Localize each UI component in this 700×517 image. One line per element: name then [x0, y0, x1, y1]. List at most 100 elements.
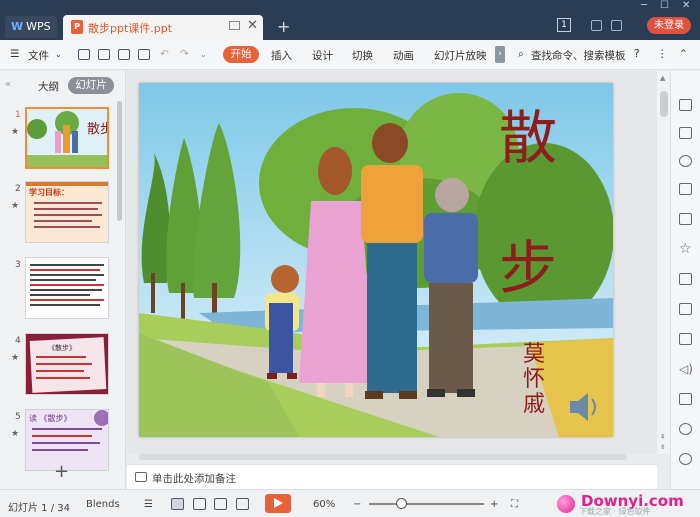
- command-search[interactable]: 查找命令、搜索模板: [531, 48, 626, 63]
- notes-view-icon[interactable]: [236, 498, 249, 510]
- panel-scrollbar[interactable]: [117, 101, 122, 221]
- search-icon[interactable]: ⌕: [518, 48, 524, 61]
- magic-wand-icon[interactable]: [679, 99, 692, 111]
- status-bar: 幻灯片 1 / 34 Blends ☰ 60% − + ⛶ Downyi.com…: [0, 489, 700, 517]
- slide-thumbnail[interactable]: 散步: [25, 107, 109, 169]
- slide-number: 4: [15, 336, 21, 346]
- new-tab-button[interactable]: +: [277, 17, 290, 36]
- tab-insert[interactable]: 插入: [271, 48, 292, 63]
- hamburger-icon[interactable]: ☰: [10, 48, 19, 60]
- collapse-panel-icon[interactable]: «: [5, 79, 11, 90]
- shapes-icon[interactable]: [679, 155, 692, 167]
- scroll-up-icon[interactable]: ▲: [660, 74, 665, 82]
- document-tab[interactable]: P 散步ppt课件.ppt ✕: [63, 15, 263, 40]
- sound-icon[interactable]: ◁): [679, 363, 693, 375]
- align-menu-icon[interactable]: ☰: [144, 499, 153, 510]
- image-icon[interactable]: [679, 333, 692, 345]
- watermark-ball-icon: [557, 495, 575, 513]
- slide-number: 5: [15, 412, 21, 422]
- star-icon: ★: [11, 201, 20, 211]
- fit-window-icon[interactable]: ⛶: [511, 499, 518, 510]
- scroll-top-icon[interactable]: ⇞: [660, 433, 666, 441]
- play-slideshow-button[interactable]: [265, 494, 291, 513]
- more-icon[interactable]: ⋮: [657, 48, 668, 60]
- slide-illustration: 散 步 莫 怀 戚: [139, 83, 613, 437]
- slide-thumbnail-row[interactable]: 3: [0, 257, 118, 321]
- archive-icon[interactable]: [679, 273, 692, 285]
- panel-tabs: « 大纲 幻灯片: [0, 71, 126, 97]
- notes-placeholder[interactable]: 单击此处添加备注: [152, 471, 236, 486]
- window-count-badge[interactable]: 1: [557, 18, 571, 32]
- file-menu[interactable]: 文件: [28, 48, 49, 63]
- slide-thumbnail[interactable]: 学习目标：: [25, 181, 109, 243]
- minimize-icon[interactable]: ─: [641, 0, 647, 11]
- star-icon[interactable]: ☆: [679, 242, 692, 256]
- notes-icon: [135, 472, 147, 482]
- settings-sliders-icon[interactable]: [679, 183, 692, 195]
- slide-thumbnail[interactable]: [25, 257, 109, 319]
- tab-design[interactable]: 设计: [312, 48, 333, 63]
- close-window-icon[interactable]: ✕: [682, 0, 690, 11]
- zoom-level[interactable]: 60%: [313, 499, 335, 510]
- gallery-icon[interactable]: [679, 213, 692, 225]
- preview-icon[interactable]: [138, 49, 150, 60]
- slide-thumbnail-row[interactable]: 4 ★ 《散步》: [0, 333, 118, 397]
- thumb-title: 《散步》: [48, 343, 76, 352]
- reading-view-icon[interactable]: [214, 498, 227, 510]
- slide-title-char-1: 散: [499, 104, 557, 172]
- vertical-scroll-thumb[interactable]: [660, 91, 668, 117]
- undo-icon[interactable]: ↶: [160, 48, 169, 60]
- zoom-out-button[interactable]: −: [353, 499, 361, 510]
- slide-editor: 散 步 莫 怀 戚: [127, 71, 657, 454]
- tab-home[interactable]: 开始: [223, 46, 259, 63]
- thumb-title: 散步: [87, 122, 109, 137]
- maximize-icon[interactable]: ☐: [660, 0, 669, 11]
- watermark-subtext: 下载之家 · 绿色软件: [579, 507, 651, 516]
- slide-panel: « 大纲 幻灯片 1 ★ 散步 2 ★ 学习目标：: [0, 71, 126, 489]
- notes-pane[interactable]: 单击此处添加备注: [127, 464, 657, 489]
- document-icon[interactable]: [679, 393, 692, 405]
- help-icon[interactable]: ?: [634, 48, 640, 60]
- vertical-scrollbar[interactable]: ▲ ⇞ ⇟: [657, 71, 670, 454]
- add-slide-button[interactable]: +: [54, 461, 69, 482]
- redo-icon[interactable]: ↷: [180, 48, 189, 60]
- export-pdf-icon[interactable]: [98, 49, 110, 60]
- thumb-title: 学习目标：: [29, 187, 69, 197]
- collapse-ribbon-icon[interactable]: ⌃: [679, 48, 688, 60]
- more-chevron-icon[interactable]: ⌄: [200, 50, 207, 59]
- file-menu-chevron-icon[interactable]: ⌄: [55, 50, 62, 59]
- theme-name[interactable]: Blends: [86, 499, 120, 510]
- save-icon[interactable]: [78, 49, 90, 60]
- normal-view-icon[interactable]: [171, 498, 184, 510]
- horizontal-scroll-thumb[interactable]: [139, 454, 627, 460]
- copy-icon[interactable]: [679, 127, 692, 139]
- print-icon[interactable]: [118, 49, 130, 60]
- history-icon[interactable]: [679, 423, 692, 435]
- ribbon-scroll-right-icon[interactable]: ›: [495, 46, 505, 63]
- star-icon: ★: [11, 353, 20, 363]
- close-tab-icon[interactable]: ✕: [247, 18, 258, 33]
- help-circle-icon[interactable]: [679, 453, 692, 465]
- tab-outline[interactable]: 大纲: [38, 79, 59, 94]
- wps-home-tab[interactable]: W WPS: [5, 16, 57, 38]
- horizontal-scrollbar[interactable]: [137, 453, 637, 461]
- scroll-bottom-icon[interactable]: ⇟: [660, 443, 666, 451]
- zoom-in-button[interactable]: +: [490, 499, 498, 510]
- tab-animation[interactable]: 动画: [393, 48, 414, 63]
- shirt-icon[interactable]: [611, 20, 622, 31]
- share-icon[interactable]: [679, 303, 692, 315]
- zoom-slider-handle[interactable]: [396, 498, 407, 509]
- author-char-2: 怀: [523, 367, 545, 392]
- current-slide[interactable]: 散 步 莫 怀 戚: [139, 83, 613, 437]
- zoom-slider[interactable]: [369, 503, 484, 505]
- tab-slides[interactable]: 幻灯片: [68, 77, 114, 94]
- grid-view-icon[interactable]: [193, 498, 206, 510]
- skin-icon[interactable]: [591, 20, 602, 31]
- slide-thumbnail-row[interactable]: 1 ★ 散步: [0, 107, 118, 171]
- slide-thumbnail[interactable]: 《散步》: [25, 333, 109, 395]
- monitor-icon[interactable]: [229, 21, 240, 30]
- slide-thumbnail-row[interactable]: 2 ★ 学习目标：: [0, 181, 118, 245]
- tab-slideshow[interactable]: 幻灯片放映: [434, 48, 487, 63]
- login-button[interactable]: 未登录: [647, 17, 691, 34]
- tab-transition[interactable]: 切换: [352, 48, 373, 63]
